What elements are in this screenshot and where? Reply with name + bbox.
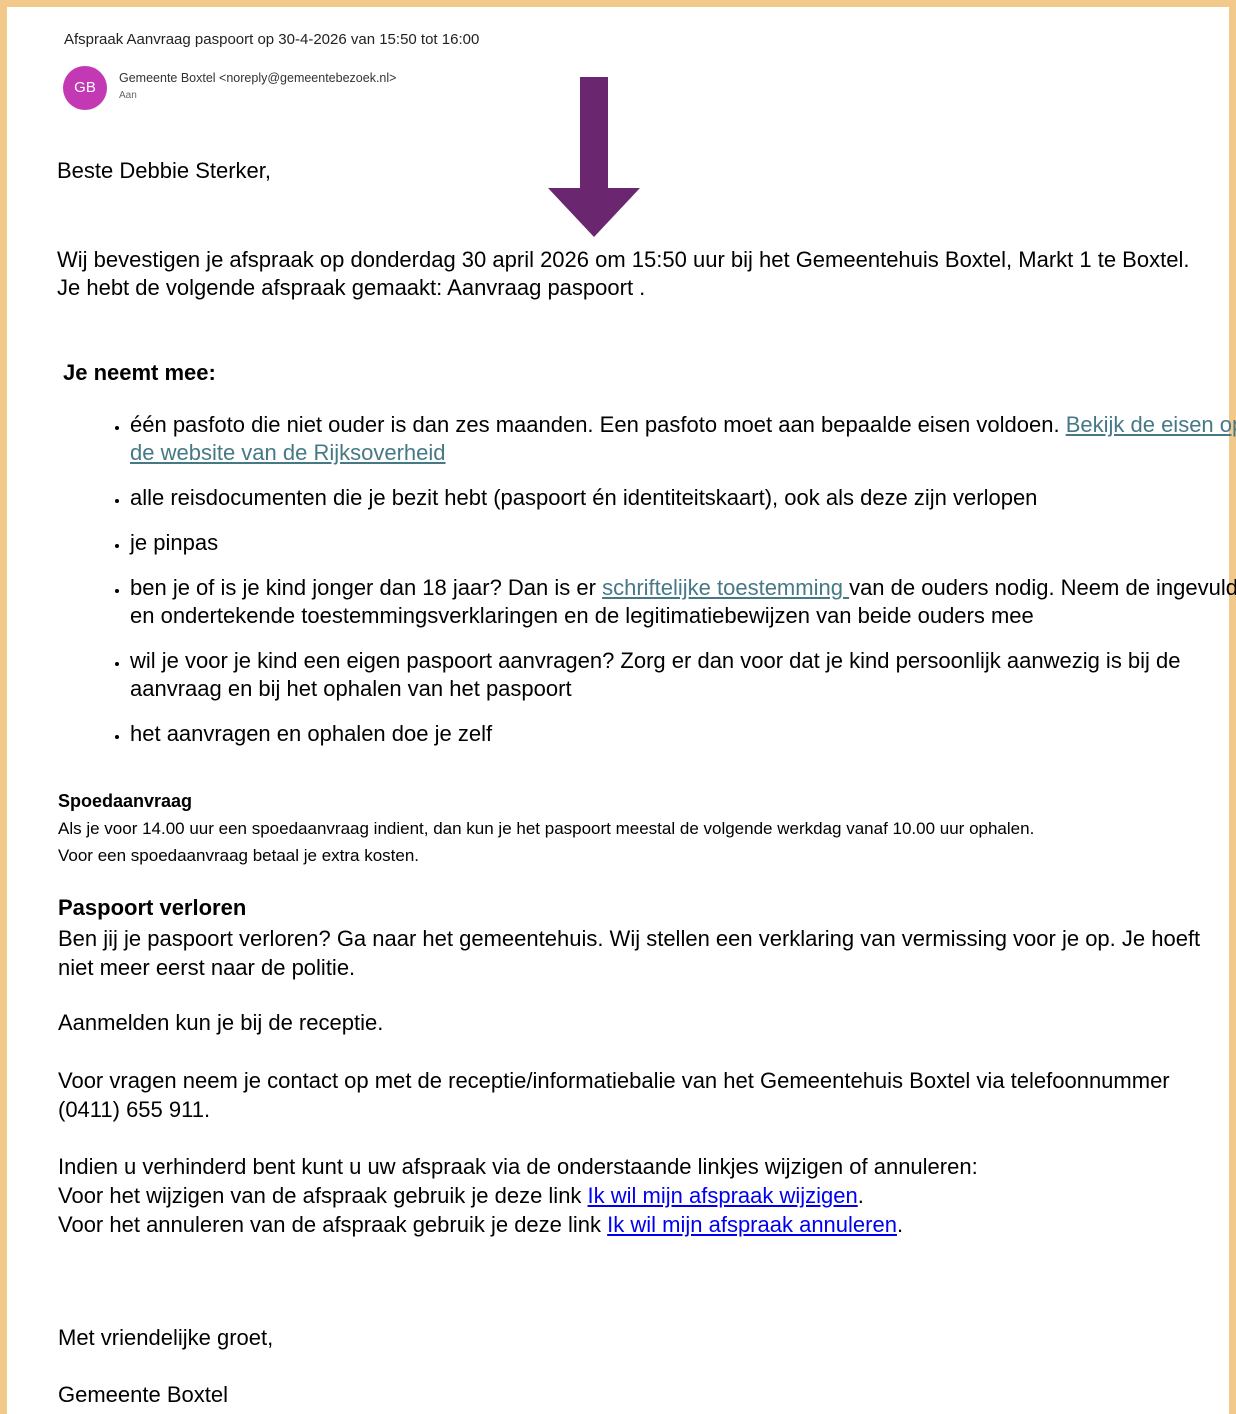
greeting: Beste Debbie Sterker, <box>57 158 272 183</box>
urgent-request-text: Als je voor 14.00 uur een spoedaanvraag … <box>58 815 1218 869</box>
written-consent-link[interactable]: schriftelijke toestemming <box>602 575 849 600</box>
confirmation-line-2: Je hebt de volgende afspraak gemaakt: Aa… <box>57 275 646 300</box>
lost-passport-title: Paspoort verloren <box>58 895 247 920</box>
sender-address[interactable]: Gemeente Boxtel <noreply@gemeentebezoek.… <box>119 71 396 85</box>
sender-avatar: GB <box>63 66 107 110</box>
list-item: ben je of is je kind jonger dan 18 jaar?… <box>130 574 1236 630</box>
lost-passport-text: Ben jij je paspoort verloren? Ga naar he… <box>58 926 1201 980</box>
item-text: alle reisdocumenten die je bezit hebt (p… <box>130 485 1038 510</box>
urgent-request-line-2: Voor een spoedaanvraag betaal je extra k… <box>58 846 420 865</box>
change-appointment-link[interactable]: Ik wil mijn afspraak wijzigen <box>588 1183 858 1208</box>
bring-heading: Je neemt mee: <box>63 360 216 385</box>
email-frame: Afspraak Aanvraag paspoort op 30-4-2026 … <box>0 0 1236 1414</box>
confirmation-text: Wij bevestigen je afspraak op donderdag … <box>57 246 1207 302</box>
item-text: ben je of is je kind jonger dan 18 jaar?… <box>130 575 603 600</box>
change-cancel-section: Indien u verhinderd bent kunt u uw afspr… <box>58 1152 1208 1239</box>
item-text: het aanvragen en ophalen doe je zelf <box>130 721 493 746</box>
urgent-request-title: Spoedaanvraag <box>58 791 193 811</box>
questions-text: Voor vragen neem je contact op met de re… <box>58 1068 1170 1122</box>
item-text: wil je voor je kind een eigen paspoort a… <box>130 648 1181 701</box>
bring-list: één pasfoto die niet ouder is dan zes ma… <box>67 411 1236 765</box>
recipient-label: Aan <box>119 90 137 101</box>
list-item: alle reisdocumenten die je bezit hebt (p… <box>130 484 1236 512</box>
register-text: Aanmelden kun je bij de receptie. <box>58 1010 384 1035</box>
list-item: het aanvragen en ophalen doe je zelf <box>130 720 1236 748</box>
period: . <box>896 1212 904 1237</box>
signature: Gemeente Boxtel <box>58 1382 228 1407</box>
cancel-appointment-link[interactable]: Ik wil mijn afspraak annuleren <box>607 1212 897 1237</box>
item-text: je pinpas <box>130 530 219 555</box>
change-intro: Indien u verhinderd bent kunt u uw afspr… <box>58 1154 978 1179</box>
change-text: Voor het wijzigen van de afspraak gebrui… <box>58 1183 588 1208</box>
closing: Met vriendelijke groet, <box>58 1325 274 1350</box>
list-item: wil je voor je kind een eigen paspoort a… <box>130 647 1236 703</box>
cancel-text: Voor het annuleren van de afspraak gebru… <box>58 1212 608 1237</box>
cancel-line: Voor het annuleren van de afspraak gebru… <box>58 1210 1208 1239</box>
confirmation-line-1: Wij bevestigen je afspraak op donderdag … <box>57 247 1190 272</box>
email-subject: Afspraak Aanvraag paspoort op 30-4-2026 … <box>64 31 480 48</box>
urgent-request-line-1: Als je voor 14.00 uur een spoedaanvraag … <box>58 819 1035 838</box>
list-item: je pinpas <box>130 529 1236 557</box>
period: . <box>857 1183 864 1208</box>
list-item: één pasfoto die niet ouder is dan zes ma… <box>130 411 1236 467</box>
change-line: Voor het wijzigen van de afspraak gebrui… <box>58 1181 1208 1210</box>
item-text: één pasfoto die niet ouder is dan zes ma… <box>130 412 1066 437</box>
